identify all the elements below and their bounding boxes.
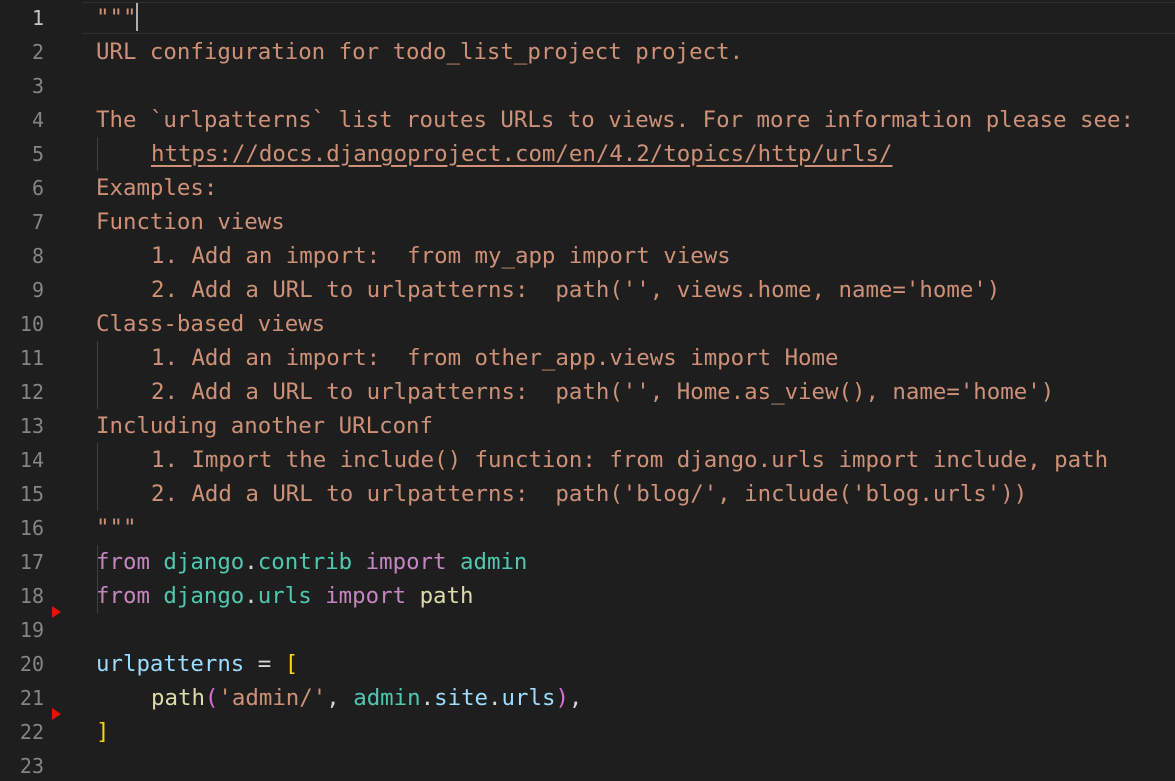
current-line-highlight: [82, 2, 1175, 34]
module-name: contrib: [257, 549, 353, 575]
docs-link[interactable]: https://docs.djangoproject.com/en/4.2/to…: [151, 141, 892, 167]
line-number: 4: [31, 108, 44, 132]
code-line[interactable]: 17 from django.contrib import admin: [0, 545, 1175, 579]
comma: ,: [326, 685, 340, 711]
line-number: 3: [31, 74, 44, 98]
imported-name: admin: [460, 549, 528, 575]
line-number: 1: [31, 6, 44, 30]
docstring-text: Class-based views: [96, 311, 326, 337]
code-line[interactable]: 16 """: [0, 511, 1175, 545]
code-line[interactable]: 5 https://docs.djangoproject.com/en/4.2/…: [0, 137, 1175, 171]
code-editor[interactable]: 1 """ 2 URL configuration for todo_list_…: [0, 0, 1175, 781]
line-number: 7: [31, 210, 44, 234]
comma: ,: [568, 685, 583, 711]
string-literal: 'admin/': [218, 685, 327, 711]
code-line[interactable]: 1 """: [0, 1, 1175, 35]
code-line[interactable]: 14 1. Import the include() function: fro…: [0, 443, 1175, 579]
code-line[interactable]: 9 2. Add a URL to urlpatterns: path('', …: [0, 273, 1175, 409]
code-line[interactable]: 22 ]: [0, 715, 1175, 749]
object-name: admin: [353, 685, 421, 711]
code-line[interactable]: 20 urlpatterns = [: [0, 647, 1175, 681]
line-number: 20: [19, 652, 44, 676]
line-number: 15: [19, 482, 44, 506]
code-line[interactable]: 7 Function views: [0, 205, 1175, 239]
code-line[interactable]: 8 1. Add an import: from my_app import v…: [0, 239, 1175, 375]
docstring-text: 1. Add an import: from my_app import vie…: [151, 243, 731, 269]
line-number: 10: [19, 312, 44, 336]
text-cursor: [136, 3, 139, 31]
docstring-text: URL configuration for todo_list_project …: [96, 39, 744, 65]
docstring-text: Function views: [96, 209, 285, 235]
paren: ): [555, 685, 569, 711]
code-line[interactable]: 3: [0, 69, 1175, 103]
line-number: 18: [19, 584, 44, 608]
module-name: django: [163, 583, 245, 609]
dot: .: [488, 685, 502, 711]
keyword-from: from: [96, 549, 150, 575]
module-name: django: [163, 549, 245, 575]
dot: .: [420, 685, 435, 711]
line-number: 2: [31, 40, 44, 64]
docstring-text: 2. Add a URL to urlpatterns: path('', vi…: [151, 277, 1001, 303]
docstring-close: """: [96, 515, 137, 541]
line-number: 19: [19, 618, 44, 642]
paren: (: [204, 685, 219, 711]
docstring-text: 1. Import the include() function: from d…: [151, 447, 1109, 473]
docstring-text: The `urlpatterns` list routes URLs to vi…: [96, 107, 1134, 133]
keyword-import: import: [325, 583, 407, 609]
function-name: path: [151, 685, 205, 711]
code-line[interactable]: 2 URL configuration for todo_list_projec…: [0, 35, 1175, 69]
line-number: 8: [31, 244, 44, 268]
line-number: 5: [31, 142, 44, 166]
code-line[interactable]: 19: [0, 613, 1175, 647]
code-line[interactable]: 13 Including another URLconf: [0, 409, 1175, 443]
indent-guide: [97, 137, 98, 171]
bracket: ]: [96, 719, 110, 745]
line-number: 23: [19, 754, 44, 778]
code-line[interactable]: 23: [0, 749, 1175, 781]
line-number: 17: [19, 550, 44, 574]
dot: .: [244, 583, 258, 609]
line-number: 14: [19, 448, 44, 472]
variable-name: urlpatterns: [96, 651, 245, 677]
line-number: 22: [19, 720, 44, 744]
operator: =: [257, 651, 272, 677]
keyword-from: from: [96, 583, 150, 609]
attribute-name: urls: [501, 685, 556, 711]
docstring-text: 2. Add a URL to urlpatterns: path('blog/…: [151, 481, 1028, 507]
dot: .: [244, 549, 258, 575]
code-line[interactable]: 4 The `urlpatterns` list routes URLs to …: [0, 103, 1175, 137]
line-number: 11: [19, 346, 44, 370]
code-line[interactable]: 21 path('admin/', admin.site.urls),: [0, 681, 1175, 715]
line-number: 21: [19, 686, 44, 710]
docstring-open: """: [96, 5, 137, 31]
code-line[interactable]: 15 2. Add a URL to urlpatterns: path('bl…: [0, 477, 1175, 613]
docstring-text: Examples:: [96, 175, 218, 201]
attribute-name: site: [434, 685, 489, 711]
docstring-text: 1. Add an import: from other_app.views i…: [151, 345, 839, 371]
line-number: 12: [19, 380, 44, 404]
code-line[interactable]: 18 from django.urls import path: [0, 579, 1175, 613]
line-number: 13: [19, 414, 44, 438]
docstring-text: 2. Add a URL to urlpatterns: path('', Ho…: [151, 379, 1055, 405]
code-line[interactable]: 12 2. Add a URL to urlpatterns: path('',…: [0, 375, 1175, 511]
bracket: [: [284, 651, 299, 677]
line-number: 16: [19, 516, 44, 540]
code-line[interactable]: 10 Class-based views: [0, 307, 1175, 341]
line-number: 6: [31, 176, 44, 200]
keyword-import: import: [365, 549, 447, 575]
module-name: urls: [257, 583, 312, 609]
code-line[interactable]: 11 1. Add an import: from other_app.view…: [0, 341, 1175, 477]
line-number: 9: [31, 278, 44, 302]
docstring-text: Including another URLconf: [96, 413, 434, 439]
imported-name: path: [419, 583, 474, 609]
code-line[interactable]: 6 Examples:: [0, 171, 1175, 205]
